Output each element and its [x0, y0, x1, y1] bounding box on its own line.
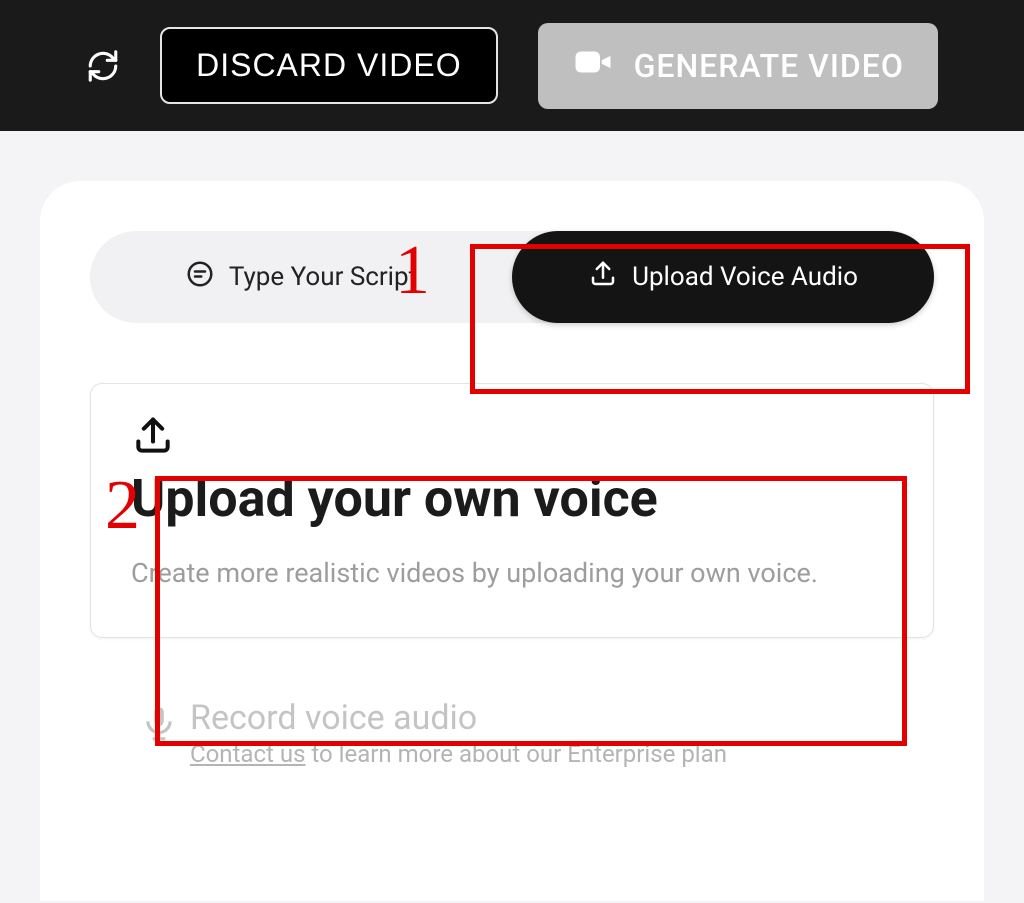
- top-bar: DISCARD VIDEO GENERATE VIDEO: [0, 0, 1024, 131]
- generate-video-label: GENERATE VIDEO: [634, 47, 904, 85]
- tab-upload-voice-audio[interactable]: Upload Voice Audio: [512, 231, 934, 323]
- tab-upload-voice-audio-label: Upload Voice Audio: [632, 262, 858, 292]
- input-mode-toggle: Type Your Script Upload Voice Audio: [90, 231, 934, 323]
- chat-icon: [185, 259, 215, 296]
- generate-video-button: GENERATE VIDEO: [538, 23, 938, 109]
- discard-video-button[interactable]: DISCARD VIDEO: [160, 27, 497, 104]
- video-camera-icon: [572, 41, 614, 91]
- upload-voice-card[interactable]: Upload your own voice Create more realis…: [90, 383, 934, 638]
- main-panel: Type Your Script Upload Voice Audio: [40, 181, 984, 901]
- refresh-icon[interactable]: [86, 49, 120, 83]
- upload-icon: [131, 414, 893, 462]
- record-voice-text: Record voice audio Contact us to learn m…: [190, 698, 727, 768]
- upload-voice-heading: Upload your own voice: [131, 472, 893, 527]
- record-voice-subtitle-rest: to learn more about our Enterprise plan: [305, 740, 727, 768]
- microphone-icon: [140, 704, 178, 746]
- record-voice-row: Record voice audio Contact us to learn m…: [90, 678, 934, 768]
- page-body: Type Your Script Upload Voice Audio: [0, 181, 1024, 901]
- tab-type-script[interactable]: Type Your Script: [90, 231, 512, 323]
- contact-us-link[interactable]: Contact us: [190, 740, 305, 768]
- upload-icon: [588, 259, 618, 296]
- upload-voice-description: Create more realistic videos by uploadin…: [131, 549, 893, 598]
- record-voice-title: Record voice audio: [190, 698, 727, 738]
- discard-video-label: DISCARD VIDEO: [196, 47, 461, 83]
- tab-type-script-label: Type Your Script: [229, 262, 417, 292]
- record-voice-subtitle: Contact us to learn more about our Enter…: [190, 740, 727, 768]
